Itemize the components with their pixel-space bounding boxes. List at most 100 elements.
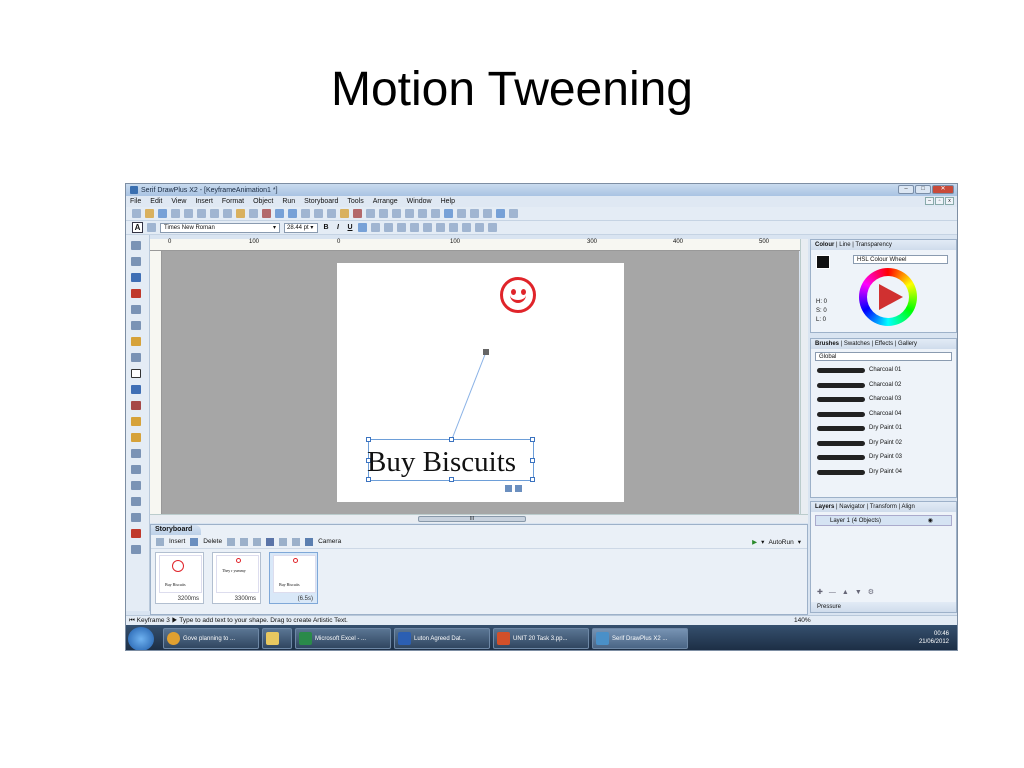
menu-edit[interactable]: Edit bbox=[150, 198, 162, 205]
align-icon[interactable] bbox=[392, 209, 401, 218]
menu-run[interactable]: Run bbox=[282, 198, 295, 205]
copy-icon[interactable] bbox=[210, 209, 219, 218]
snap-icon[interactable] bbox=[457, 209, 466, 218]
eye-icon[interactable]: ◉ bbox=[928, 516, 933, 526]
align-left-icon[interactable] bbox=[358, 223, 367, 232]
connector-tool-icon[interactable] bbox=[131, 497, 141, 506]
insert-frame-icon[interactable] bbox=[156, 537, 164, 546]
text-shrink-icon[interactable] bbox=[475, 223, 484, 232]
artistic-text-icon[interactable]: A bbox=[132, 222, 143, 233]
chevron-down-icon[interactable]: ▾ bbox=[761, 538, 764, 546]
frame-duration[interactable]: 3200ms bbox=[178, 596, 199, 602]
play-icon[interactable]: ▶ bbox=[752, 538, 757, 546]
doc-restore-button[interactable]: ▫ bbox=[935, 197, 944, 205]
colour-model-select[interactable]: HSL Colour Wheel bbox=[853, 255, 948, 264]
resize-handle[interactable] bbox=[530, 437, 535, 442]
start-button[interactable] bbox=[128, 626, 154, 650]
layer-properties-icon[interactable]: ⚙ bbox=[868, 588, 874, 596]
tab-effects[interactable]: Effects bbox=[875, 341, 893, 347]
delete-frame-icon[interactable] bbox=[190, 537, 199, 546]
prev-frame-icon[interactable] bbox=[240, 537, 249, 546]
frame-properties-icon[interactable] bbox=[266, 537, 275, 546]
clock-time[interactable]: 00:46 bbox=[919, 630, 949, 638]
brush-item[interactable]: Dry Paint 04 bbox=[811, 466, 956, 481]
underline-button[interactable]: U bbox=[346, 224, 354, 231]
connector-icon[interactable] bbox=[483, 209, 492, 218]
insert-button[interactable]: Insert bbox=[169, 538, 185, 545]
zoom-level[interactable]: 140% bbox=[794, 616, 811, 625]
play-icon[interactable]: ▶ bbox=[172, 617, 178, 624]
paint-tool-icon[interactable] bbox=[131, 337, 141, 346]
vertical-scrollbar[interactable] bbox=[800, 239, 808, 514]
print-preview-icon[interactable] bbox=[184, 209, 193, 218]
tab-brushes[interactable]: Brushes bbox=[815, 341, 839, 347]
menu-help[interactable]: Help bbox=[441, 198, 455, 205]
chevron-down-icon[interactable]: ▾ bbox=[798, 538, 801, 546]
resize-handle[interactable] bbox=[449, 437, 454, 442]
clock-date[interactable]: 21/06/2012 bbox=[919, 638, 949, 646]
next-frame-icon[interactable] bbox=[253, 537, 262, 546]
gallery-tool-icon[interactable] bbox=[131, 545, 141, 554]
page[interactable]: Buy Biscuits bbox=[337, 263, 624, 502]
move-down-icon[interactable]: ▼ bbox=[855, 589, 862, 596]
picture-tool-icon[interactable] bbox=[131, 401, 141, 410]
straight-line-tool-icon[interactable] bbox=[131, 321, 141, 330]
tab-gallery[interactable]: Gallery bbox=[898, 341, 917, 347]
fill-tool-icon[interactable] bbox=[131, 417, 141, 426]
saturation-triangle[interactable] bbox=[879, 284, 903, 310]
pencil-tool-icon[interactable] bbox=[131, 273, 141, 282]
remove-layer-icon[interactable]: — bbox=[829, 589, 836, 596]
close-button[interactable]: ✕ bbox=[932, 185, 954, 194]
scrollbar-thumb[interactable]: III bbox=[418, 516, 526, 522]
pressure-panel-header[interactable]: Pressure bbox=[811, 602, 956, 612]
frame-duration[interactable]: 3300ms bbox=[235, 596, 256, 602]
grid-icon[interactable] bbox=[444, 209, 453, 218]
align-center-icon[interactable] bbox=[371, 223, 380, 232]
format-painter-icon[interactable] bbox=[236, 209, 245, 218]
menu-window[interactable]: Window bbox=[407, 198, 432, 205]
group-icon[interactable] bbox=[366, 209, 375, 218]
redo-icon[interactable] bbox=[288, 209, 297, 218]
brush-item[interactable]: Charcoal 02 bbox=[811, 379, 956, 394]
flip-horizontal-icon[interactable] bbox=[301, 209, 310, 218]
print-icon[interactable] bbox=[171, 209, 180, 218]
menu-file[interactable]: File bbox=[130, 198, 141, 205]
camera-icon[interactable] bbox=[305, 537, 314, 546]
menu-arrange[interactable]: Arrange bbox=[373, 198, 398, 205]
minimize-button[interactable]: – bbox=[898, 185, 914, 194]
menu-storyboard[interactable]: Storyboard bbox=[304, 198, 338, 205]
add-layer-icon[interactable]: ✚ bbox=[817, 588, 823, 596]
resize-handle[interactable] bbox=[366, 437, 371, 442]
transparency-tool-icon[interactable] bbox=[131, 433, 141, 442]
brush-item[interactable]: Dry Paint 02 bbox=[811, 437, 956, 452]
brush-item[interactable]: Charcoal 04 bbox=[811, 408, 956, 423]
delete-button[interactable]: Delete bbox=[203, 538, 222, 545]
tab-transform[interactable]: Transform bbox=[870, 504, 897, 510]
brush-item[interactable]: Charcoal 03 bbox=[811, 393, 956, 408]
frame-text-icon[interactable] bbox=[147, 223, 156, 232]
doc-minimize-button[interactable]: – bbox=[925, 197, 934, 205]
move-up-icon[interactable]: ▲ bbox=[842, 589, 849, 596]
font-size-select[interactable]: 28.44 pt ▾ bbox=[284, 222, 318, 233]
tab-navigator[interactable]: Navigator bbox=[839, 504, 865, 510]
envelope-tool-icon[interactable] bbox=[131, 465, 141, 474]
align-right-icon[interactable] bbox=[384, 223, 393, 232]
layer-row[interactable]: Layer 1 (4 Objects) ◉ bbox=[815, 515, 952, 526]
node-tool-icon[interactable] bbox=[131, 257, 141, 266]
artistic-text-object[interactable]: Buy Biscuits bbox=[367, 446, 516, 479]
increase-indent-icon[interactable] bbox=[449, 223, 458, 232]
table-tool-icon[interactable] bbox=[131, 385, 141, 394]
tab-swatches[interactable]: Swatches bbox=[844, 341, 870, 347]
insert-object-icon[interactable] bbox=[249, 209, 258, 218]
taskbar-item-drawplus[interactable]: Serif DrawPlus X2 ... bbox=[592, 628, 688, 649]
autorun-button[interactable]: AutoRun bbox=[768, 539, 793, 546]
bring-front-icon[interactable] bbox=[340, 209, 349, 218]
italic-button[interactable]: I bbox=[334, 224, 342, 231]
frame-duration[interactable]: (6.5s) bbox=[298, 596, 313, 602]
keyframe-2[interactable]: They r yummy 3300ms bbox=[212, 552, 261, 604]
brush-item[interactable]: Dry Paint 03 bbox=[811, 451, 956, 466]
save-icon[interactable] bbox=[158, 209, 167, 218]
quickshape-tool-icon[interactable] bbox=[131, 353, 141, 362]
tab-align[interactable]: Align bbox=[901, 504, 914, 510]
fill-swatch[interactable] bbox=[816, 255, 830, 269]
